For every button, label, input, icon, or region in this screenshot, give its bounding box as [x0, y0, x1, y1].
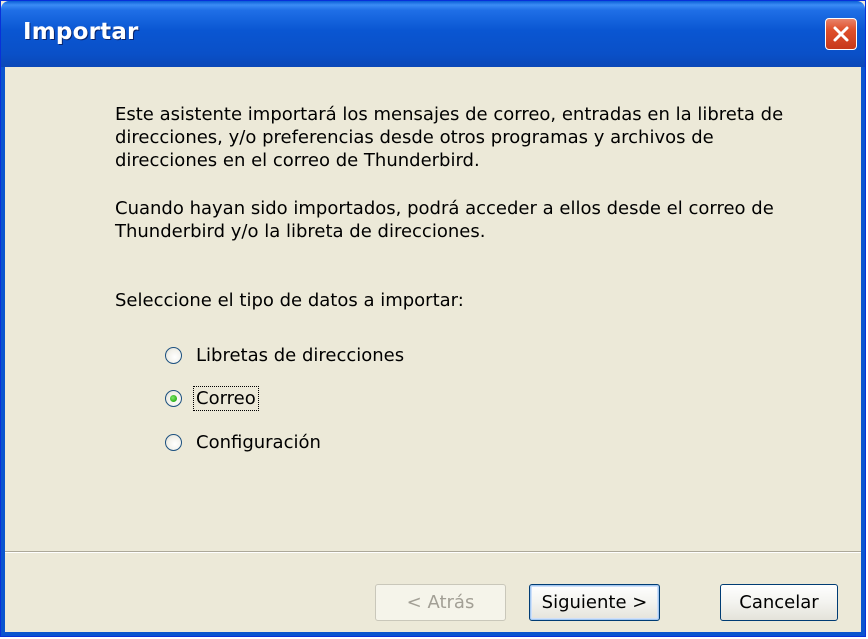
radio-settings[interactable] [165, 433, 182, 451]
radio-mail[interactable] [165, 389, 182, 407]
next-button[interactable]: Siguiente > [529, 584, 660, 621]
button-separator [5, 551, 861, 553]
info-paragraph: Cuando hayan sido importados, podrá acce… [115, 198, 774, 242]
close-icon [833, 26, 849, 42]
option-mail[interactable]: Correo [165, 384, 259, 412]
window-title: Importar [23, 19, 139, 45]
title-bar[interactable]: Importar [1, 1, 865, 67]
window-frame-right [861, 67, 865, 636]
option-label[interactable]: Correo [193, 385, 259, 411]
select-type-prompt: Seleccione el tipo de datos a importar: [115, 290, 464, 311]
option-label[interactable]: Libretas de direcciones [193, 343, 407, 368]
intro-paragraph: Este asistente importará los mensajes de… [115, 104, 784, 171]
option-address-books[interactable]: Libretas de direcciones [165, 341, 407, 369]
close-button[interactable] [825, 18, 857, 50]
import-dialog: Importar Este asistente importará los me… [0, 0, 866, 637]
radio-address-books[interactable] [165, 346, 182, 364]
window-frame-bottom [1, 632, 865, 636]
option-settings[interactable]: Configuración [165, 428, 324, 456]
option-label[interactable]: Configuración [193, 430, 324, 455]
dialog-content: Este asistente importará los mensajes de… [5, 67, 861, 632]
back-button[interactable]: < Atrás [375, 584, 506, 621]
cancel-button[interactable]: Cancelar [720, 584, 838, 621]
